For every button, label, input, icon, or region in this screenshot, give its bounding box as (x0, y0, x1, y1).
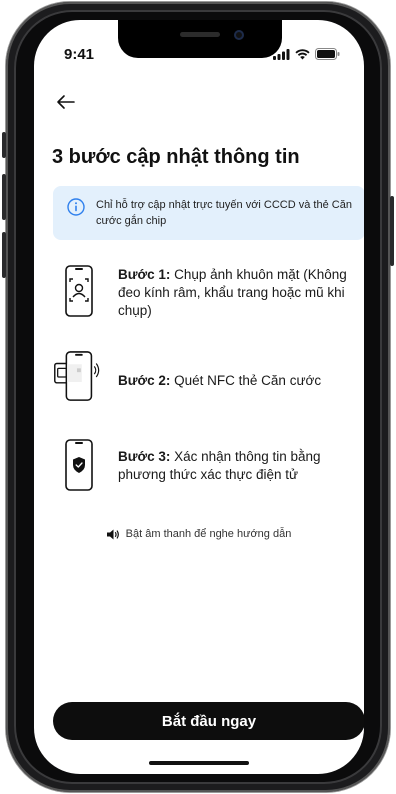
step-2-label: Bước 2: (118, 373, 171, 388)
audio-hint[interactable]: Bật âm thanh để nghe hướng dẫn (34, 528, 364, 540)
notch (118, 20, 282, 58)
page-title: 3 bước cập nhật thông tin (52, 146, 300, 168)
status-icons (273, 48, 340, 60)
start-now-button[interactable]: Bắt đầu ngay (53, 702, 364, 740)
volume-down-button (2, 232, 6, 278)
back-button[interactable] (52, 88, 80, 116)
info-circle-icon (67, 198, 85, 216)
shield-phone-icon (65, 439, 93, 491)
home-indicator (149, 761, 249, 765)
step-2-description: Quét NFC thẻ Căn cước (170, 373, 322, 388)
mute-switch (2, 132, 6, 158)
screen: 9:41 3 bước cập nhật thông tin Chỉ hỗ tr… (34, 20, 364, 774)
audio-hint-text: Bật âm thanh để nghe hướng dẫn (125, 528, 292, 540)
step-3-text: Bước 3: Xác nhận thông tin bằng phương t… (118, 448, 364, 484)
status-time: 9:41 (64, 46, 95, 63)
face-scan-phone-icon (65, 265, 93, 317)
info-banner: Chỉ hỗ trợ cập nhật trực tuyến với CCCD … (53, 186, 364, 240)
step-1-text: Bước 1: Chụp ảnh khuôn mặt (Không đeo kí… (118, 266, 364, 320)
power-button (390, 196, 394, 266)
volume-up-button (2, 174, 6, 220)
wifi-icon (295, 48, 310, 59)
info-banner-text: Chỉ hỗ trợ cập nhật trực tuyến với CCCD … (96, 199, 352, 227)
step-2-text: Bước 2: Quét NFC thẻ Căn cước (118, 372, 364, 390)
signal-icon (273, 48, 290, 60)
step-3-label: Bước 3: (118, 449, 171, 464)
battery-icon (315, 48, 340, 60)
front-camera (234, 30, 244, 40)
earpiece (180, 32, 220, 37)
speaker-icon (106, 529, 119, 540)
step-1-label: Bước 1: (118, 267, 171, 282)
nfc-card-phone-icon (54, 351, 100, 401)
arrow-left-icon (57, 95, 75, 109)
